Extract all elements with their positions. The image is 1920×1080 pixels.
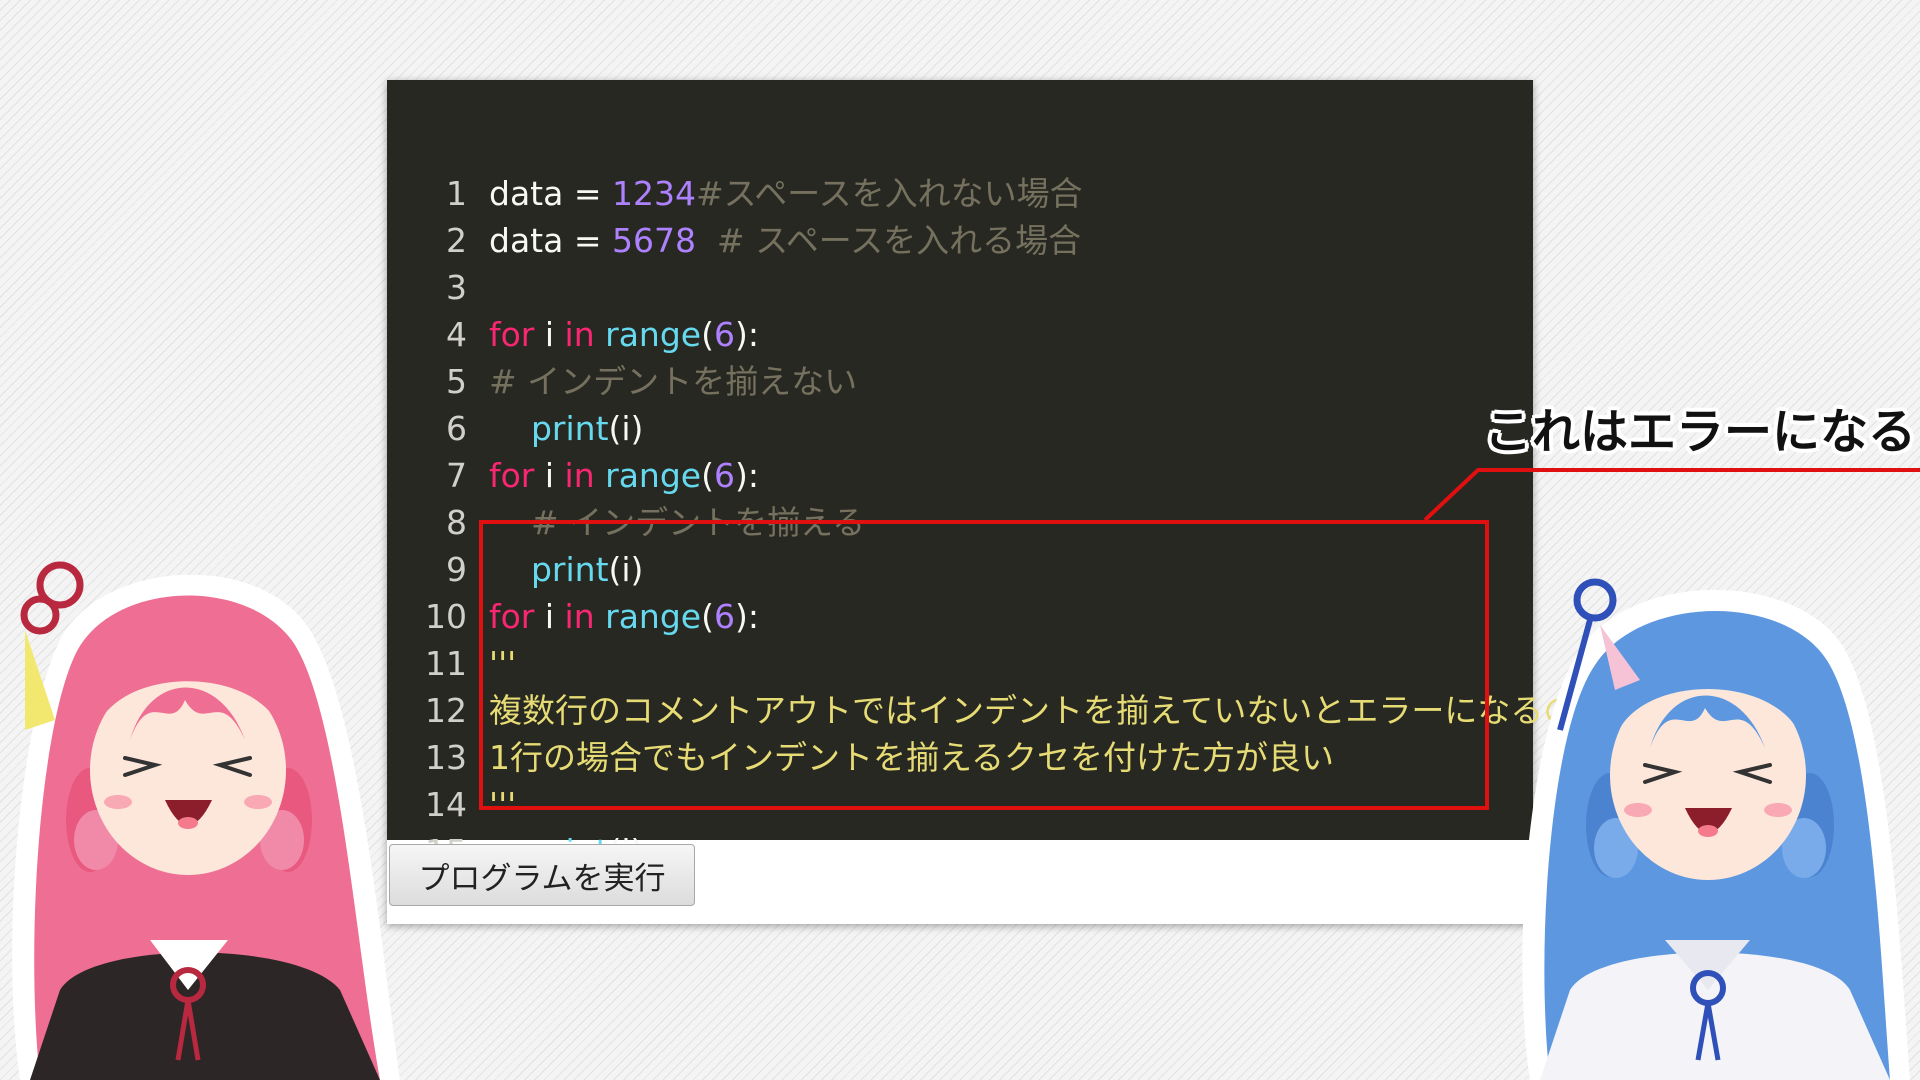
code-token: for	[489, 315, 535, 354]
code-token: # インデントを揃えない	[489, 362, 858, 401]
pink-haired-character-icon	[12, 561, 401, 1080]
line-number: 4	[446, 315, 467, 354]
code-token: 6	[713, 456, 735, 495]
line-number: 5	[446, 362, 467, 401]
code-token: range	[605, 456, 702, 495]
code-token: for	[489, 456, 535, 495]
code-line: 6 print(i)	[387, 405, 643, 452]
code-token: (i)	[608, 409, 644, 448]
code-token: ):	[734, 456, 759, 495]
code-token: in	[564, 456, 595, 495]
code-token: 5678	[611, 221, 696, 260]
code-token: i	[534, 315, 565, 354]
code-token: 6	[713, 315, 735, 354]
code-token: data =	[489, 221, 612, 260]
line-number: 1	[446, 174, 467, 213]
code-line: 1 data = 1234#スペースを入れない場合	[387, 170, 1083, 217]
code-line: 5 # インデントを揃えない	[387, 358, 857, 405]
code-token: in	[564, 315, 595, 354]
code-token: data =	[489, 174, 612, 213]
blue-haired-character-icon	[1522, 578, 1910, 1080]
code-token: i	[534, 456, 565, 495]
code-token: ):	[734, 315, 759, 354]
line-number: 6	[446, 409, 467, 448]
code-token: range	[605, 315, 702, 354]
code-line: 2 data = 5678 # スペースを入れる場合	[387, 217, 1081, 264]
code-token: #スペースを入れない場合	[695, 174, 1083, 213]
error-callout-label: これはエラーになる	[1484, 404, 1917, 460]
code-token: (	[701, 315, 714, 354]
code-line: 3	[387, 264, 489, 311]
code-line: 4 for i in range(6):	[387, 311, 759, 358]
code-token: (	[701, 456, 714, 495]
line-number: 2	[446, 221, 467, 260]
run-program-button[interactable]: プログラムを実行	[389, 844, 695, 906]
line-number: 3	[446, 268, 467, 307]
code-token: print	[530, 409, 609, 448]
code-token: # スペースを入れる場合	[695, 221, 1082, 260]
code-line: 7 for i in range(6):	[387, 452, 759, 499]
code-token: 1234	[611, 174, 696, 213]
error-highlight-box	[479, 520, 1489, 810]
line-number: 7	[446, 456, 467, 495]
